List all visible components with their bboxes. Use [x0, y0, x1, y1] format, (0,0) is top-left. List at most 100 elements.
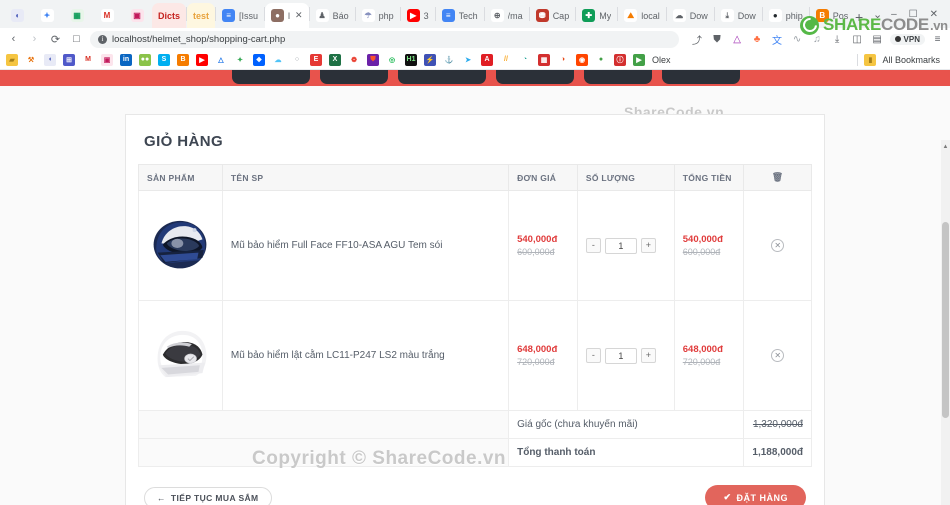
clock-bookmark[interactable]: ○: [291, 54, 303, 66]
pdf-bookmark[interactable]: ⓘ: [614, 53, 626, 66]
translate-icon[interactable]: 文: [771, 33, 784, 47]
browser-tab[interactable]: ⤓ Dow: [715, 3, 762, 28]
browser-tab[interactable]: M: [92, 3, 122, 28]
quantity-decrease-button[interactable]: -: [585, 238, 601, 253]
browser-tab[interactable]: ✦: [32, 3, 62, 28]
nav-menu-chip[interactable]: [496, 70, 574, 84]
warning-triangle-icon[interactable]: △: [731, 33, 744, 46]
browser-tab[interactable]: ● l ✕: [265, 3, 309, 28]
back-button[interactable]: ‹: [6, 32, 21, 47]
browser-tab[interactable]: ⊕/ma: [485, 3, 529, 28]
abc-bookmark[interactable]: ▦: [538, 53, 550, 66]
shield-icon[interactable]: ⛊: [711, 33, 724, 46]
summary-row-total: Tổng thanh toán 1,188,000đ: [137, 438, 812, 467]
browser-tab[interactable]: ⛰ local: [618, 3, 666, 28]
browser-tab[interactable]: ☁ Dow: [667, 3, 714, 28]
scroll-up-arrow-icon[interactable]: ▲: [941, 142, 950, 151]
tab-label: Tech: [458, 10, 478, 21]
browser-tab[interactable]: ◖: [2, 3, 32, 28]
browser-tab[interactable]: ✚ My: [576, 3, 617, 28]
contrast-bookmark[interactable]: ◑: [557, 54, 569, 66]
telegram-bookmark[interactable]: ➤: [462, 54, 474, 66]
cloud-bookmark[interactable]: ☁: [272, 54, 284, 66]
quantity-stepper[interactable]: -1 +: [585, 237, 666, 254]
quantity-input[interactable]: 1: [604, 237, 637, 254]
summary-total-label: Tổng thanh toán: [508, 438, 745, 467]
linkedin-bookmark[interactable]: in: [120, 53, 132, 66]
maps-icon: ✚: [582, 9, 596, 22]
brave-bookmark[interactable]: ⛊: [367, 53, 379, 66]
nav-menu-chip[interactable]: [398, 70, 486, 84]
instagram-bookmark[interactable]: ▣: [101, 53, 113, 66]
dictionary-bookmark[interactable]: ●●: [139, 53, 151, 66]
browser-tab[interactable]: ≡ [Issu: [216, 3, 264, 28]
gmail-bookmark[interactable]: M: [82, 54, 94, 66]
remove-item-button[interactable]: ✕: [771, 239, 785, 252]
tab-label: [Issu: [239, 10, 259, 21]
quantity-increase-button[interactable]: +: [640, 348, 656, 363]
browser-tab[interactable]: test: [187, 3, 216, 28]
slashes-bookmark[interactable]: //: [500, 54, 512, 66]
browser-tab[interactable]: Dicts: [152, 3, 187, 28]
nav-menu-chip[interactable]: [232, 70, 310, 84]
site-info-icon[interactable]: i: [98, 34, 107, 44]
skype-bookmark[interactable]: S: [158, 53, 170, 66]
gmail-icon: M: [100, 9, 114, 22]
bookmark-label-olex[interactable]: Olex: [652, 55, 671, 65]
teams-bookmark[interactable]: ⊞: [63, 53, 75, 66]
browser-tab[interactable]: ▶ 3: [401, 3, 435, 28]
page-scrollbar[interactable]: ▲ ▼: [941, 140, 950, 505]
bookmark-this-page-icon[interactable]: □: [69, 32, 84, 47]
unit-price-discounted: 648,000đ: [517, 344, 558, 355]
browser-tab[interactable]: ♟ Báo: [310, 3, 355, 28]
folder-bookmark[interactable]: ▰: [6, 53, 18, 66]
browser-tab[interactable]: ≡ Tech: [436, 3, 484, 28]
autocad-bookmark[interactable]: A: [481, 53, 493, 66]
nav-menu-chip[interactable]: [662, 70, 740, 84]
nav-menu-chip[interactable]: [584, 70, 652, 84]
nav-menu-chip[interactable]: [320, 70, 388, 84]
evernote-bookmark[interactable]: E: [310, 53, 322, 66]
bolt-bookmark[interactable]: ⚡: [424, 53, 436, 66]
olex-bookmark[interactable]: ▶: [633, 53, 645, 66]
youtube-bookmark[interactable]: ▶: [196, 53, 208, 66]
address-bar[interactable]: i localhost/helmet_shop/shopping-cart.ph…: [90, 30, 679, 48]
reddit-bookmark[interactable]: ◉: [576, 53, 588, 66]
h1-bookmark[interactable]: H1: [405, 53, 417, 66]
cart-table: SẢN PHẨM TÊN SP ĐƠN GIÁ SỐ LƯỢNG TỔNG TI…: [137, 164, 812, 467]
photos-bookmark[interactable]: ❁: [348, 54, 360, 66]
leaf-bookmark[interactable]: ●: [595, 54, 607, 66]
bookmarks-bar-right: ▮ All Bookmarks: [857, 53, 944, 66]
trash-icon: 🗑: [771, 172, 784, 182]
reload-button[interactable]: ⟳: [48, 32, 63, 47]
blogger-bookmark[interactable]: B: [177, 53, 189, 66]
dropbox-bookmark[interactable]: ❖: [253, 53, 265, 66]
quantity-increase-button[interactable]: +: [640, 238, 656, 253]
tools-bookmark[interactable]: ⚒: [25, 54, 37, 66]
anchor-bookmark[interactable]: ⚓: [443, 54, 455, 66]
quantity-stepper[interactable]: -1 +: [585, 347, 666, 364]
drive-bookmark[interactable]: △: [215, 54, 227, 66]
elementor-bookmark[interactable]: ◔: [519, 54, 531, 66]
all-bookmarks-label[interactable]: All Bookmarks: [882, 55, 940, 65]
remove-item-button[interactable]: ✕: [771, 349, 785, 362]
browser-tab[interactable]: ⛃ Cap: [530, 3, 576, 28]
all-bookmarks-folder-icon[interactable]: ▮: [864, 53, 877, 66]
browser-tab[interactable]: ☂ php: [356, 3, 400, 28]
maps-bookmark[interactable]: ✦: [234, 54, 246, 66]
place-order-button[interactable]: ✔ ĐẶT HÀNG: [705, 485, 806, 505]
scrollbar-thumb[interactable]: [942, 222, 949, 418]
flame-icon[interactable]: ♣: [751, 33, 764, 46]
browser-tab[interactable]: ▦: [62, 3, 92, 28]
quantity-decrease-button[interactable]: -: [585, 348, 601, 363]
quantity-input[interactable]: 1: [604, 347, 637, 364]
helmet-lc11-p247-ls2: [147, 323, 213, 385]
excel-bookmark[interactable]: X: [329, 53, 341, 66]
vpn-extension-button[interactable]: VPN: [889, 33, 925, 45]
close-tab-icon[interactable]: ✕: [295, 10, 303, 21]
share-icon[interactable]: ⤴: [691, 33, 704, 47]
continue-shopping-button[interactable]: ← TIẾP TỤC MUA SẮM: [144, 486, 272, 505]
spotify-bookmark[interactable]: ◎: [386, 54, 398, 66]
lens-bookmark[interactable]: ◖: [44, 53, 56, 66]
browser-tab[interactable]: ▣: [122, 3, 152, 28]
